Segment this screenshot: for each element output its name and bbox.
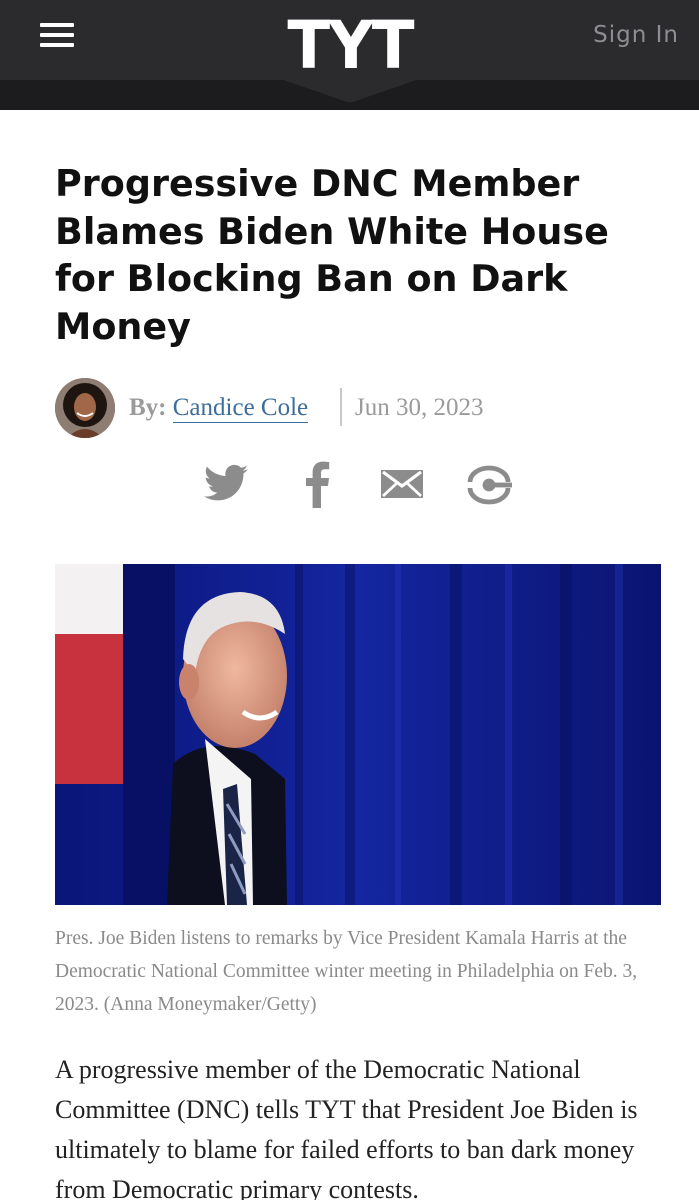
publish-date: Jun 30, 2023 (355, 394, 484, 421)
byline-divider (340, 388, 342, 426)
site-logo[interactable]: TYT (285, 4, 414, 88)
byline: By: Candice Cole (129, 390, 309, 426)
byline-label: By: (129, 394, 167, 421)
facebook-icon[interactable] (300, 460, 332, 508)
author-avatar[interactable] (55, 378, 115, 438)
more-share-icon[interactable] (464, 460, 514, 508)
photo-caption: Pres. Joe Biden listens to remarks by Vi… (55, 928, 638, 1015)
article-body-paragraph: A progressive member of the Democratic N… (55, 1055, 638, 1200)
article-photo (55, 564, 661, 905)
author-link[interactable]: Candice Cole (172, 394, 309, 423)
hamburger-menu-icon[interactable] (38, 22, 76, 48)
article-headline: Progressive DNC Member Blames Biden Whit… (55, 162, 609, 348)
sign-in-button[interactable]: Sign In (593, 18, 679, 52)
email-icon[interactable] (378, 460, 426, 508)
twitter-icon[interactable] (202, 460, 250, 508)
